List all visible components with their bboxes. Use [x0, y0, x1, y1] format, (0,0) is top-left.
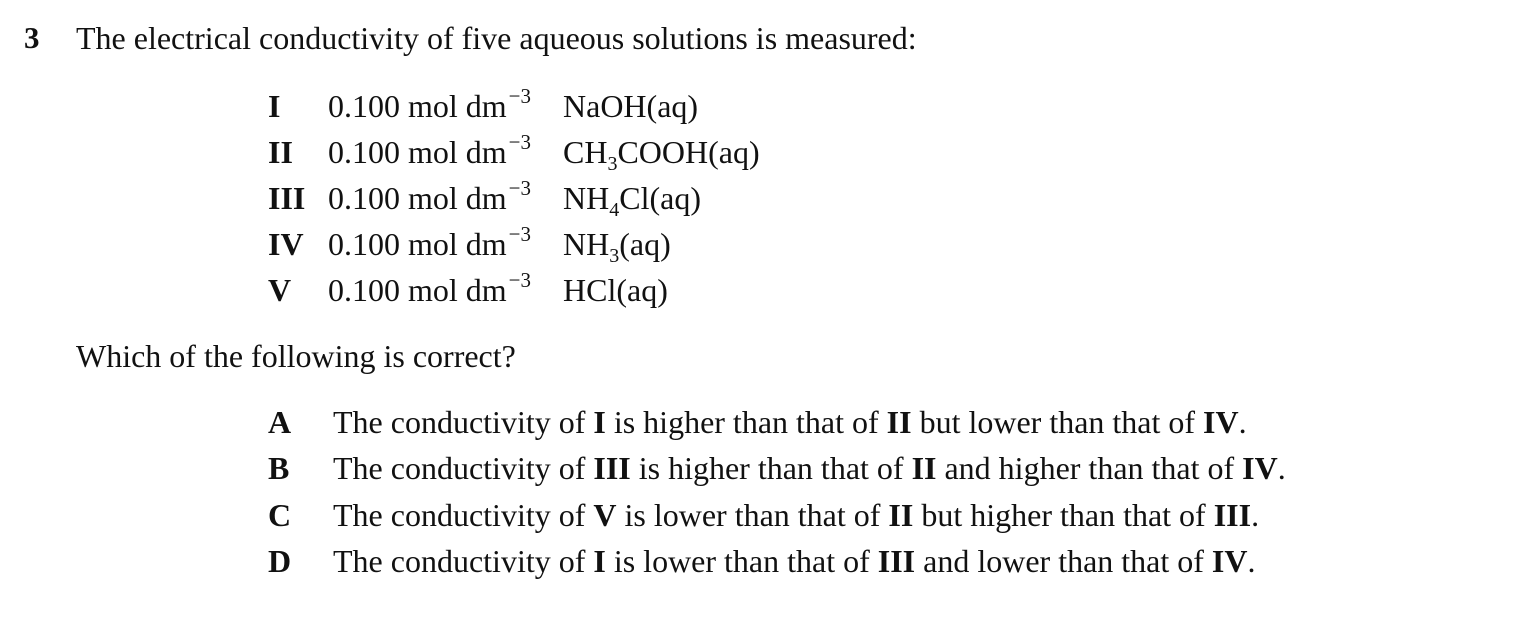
concentration-exponent: −3 — [508, 222, 532, 246]
solution-species: NaOH(aq) — [563, 88, 699, 124]
question-number: 3 — [24, 20, 40, 55]
solution-species: NH3(aq) — [563, 226, 671, 267]
solution-label: V — [268, 272, 292, 308]
solution-label: I — [268, 88, 281, 124]
solution-label: III — [268, 180, 306, 216]
solution-label: II — [268, 134, 293, 170]
solution-species: HCl(aq) — [563, 272, 668, 308]
solution-concentration: 0.100 mol dm−3 — [328, 222, 532, 262]
solution-label: IV — [268, 226, 304, 262]
solution-concentration: 0.100 mol dm−3 — [328, 176, 532, 216]
solution-species: CH3COOH(aq) — [563, 134, 760, 175]
solution-species: NH4Cl(aq) — [563, 180, 701, 221]
concentration-exponent: −3 — [508, 268, 532, 292]
option-letter: B — [268, 450, 290, 486]
concentration-exponent: −3 — [508, 130, 532, 154]
solution-concentration: 0.100 mol dm−3 — [328, 268, 532, 308]
option-text: The conductivity of III is higher than t… — [333, 450, 1286, 486]
solution-concentration: 0.100 mol dm−3 — [328, 130, 532, 170]
option-text: The conductivity of I is higher than tha… — [333, 404, 1247, 440]
question-prompt: Which of the following is correct? — [76, 338, 516, 374]
concentration-exponent: −3 — [508, 176, 532, 200]
option-letter: C — [268, 497, 292, 533]
option-text: The conductivity of I is lower than that… — [333, 543, 1256, 579]
option-letter: D — [268, 543, 292, 579]
question-stem: The electrical conductivity of five aque… — [76, 20, 917, 56]
option-letter: A — [268, 404, 292, 440]
option-text: The conductivity of V is lower than that… — [333, 497, 1260, 533]
solution-concentration: 0.100 mol dm−3 — [328, 84, 532, 124]
concentration-exponent: −3 — [508, 84, 532, 108]
